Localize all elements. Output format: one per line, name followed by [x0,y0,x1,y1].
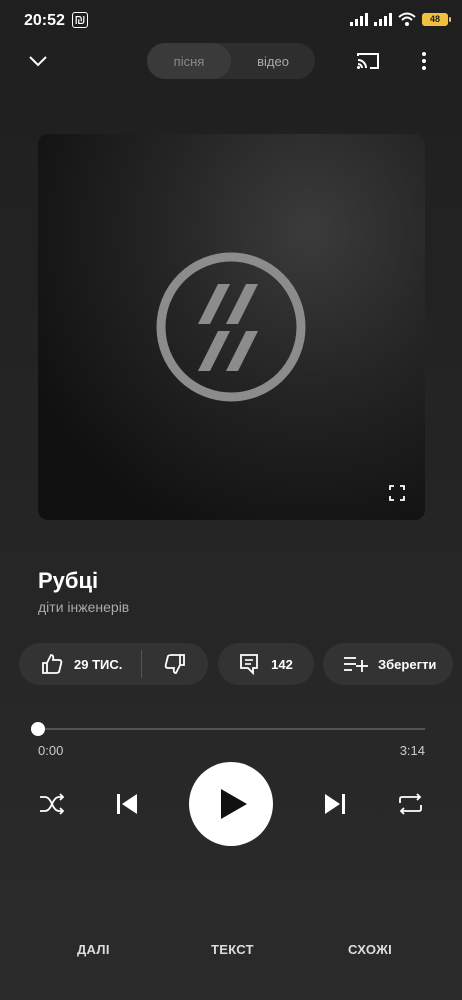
album-art [38,134,425,520]
nfc-icon: ₪ [72,12,88,28]
status-time: 20:52 [24,12,65,29]
tab-lyrics[interactable]: ТЕКСТ [211,942,254,957]
signal-icon-2 [374,12,392,26]
tab-related[interactable]: СХОЖІ [348,942,392,957]
wifi-icon [398,12,416,26]
signal-icon [350,12,368,26]
comment-icon [240,654,259,675]
track-title: Рубці [38,568,99,593]
battery-icon: 48 [422,12,451,26]
fullscreen-icon[interactable] [389,485,405,501]
battery-level: 48 [429,13,440,24]
track-artist[interactable]: діти інженерів [38,599,129,615]
tab-video[interactable]: відео [231,43,315,79]
tab-next[interactable]: ДАЛІ [77,942,110,957]
like-count: 29 ТИС. [74,656,123,672]
play-icon [221,789,247,819]
status-icons: 48 [350,12,451,26]
play-button[interactable] [189,762,273,846]
album-logo [156,252,306,402]
chevron-down-icon[interactable] [28,54,48,68]
previous-track-icon[interactable] [115,792,139,816]
current-time: 0:00 [38,743,64,758]
save-label: Зберегти [378,656,437,672]
progress-thumb[interactable] [31,722,45,736]
more-options-icon[interactable] [420,51,428,71]
comments-button[interactable]: 142 [218,643,314,685]
add-to-playlist-icon [344,657,368,672]
dislike-button[interactable] [142,653,208,675]
repeat-icon[interactable] [397,792,424,816]
song-video-toggle[interactable]: пісня відео [147,43,315,79]
cast-icon[interactable] [355,51,381,71]
next-track-icon[interactable] [323,792,347,816]
comment-count: 142 [271,656,293,672]
tab-song[interactable]: пісня [147,43,231,79]
like-button[interactable]: 29 ТИС. [19,653,141,675]
thumbs-down-icon [164,654,185,674]
shuffle-icon[interactable] [39,792,65,816]
progress-track[interactable] [38,728,425,730]
total-time: 3:14 [399,743,425,758]
thumbs-up-icon [42,654,63,674]
save-button[interactable]: Зберегти [323,643,453,685]
like-dislike-pill: 29 ТИС. [19,643,208,685]
